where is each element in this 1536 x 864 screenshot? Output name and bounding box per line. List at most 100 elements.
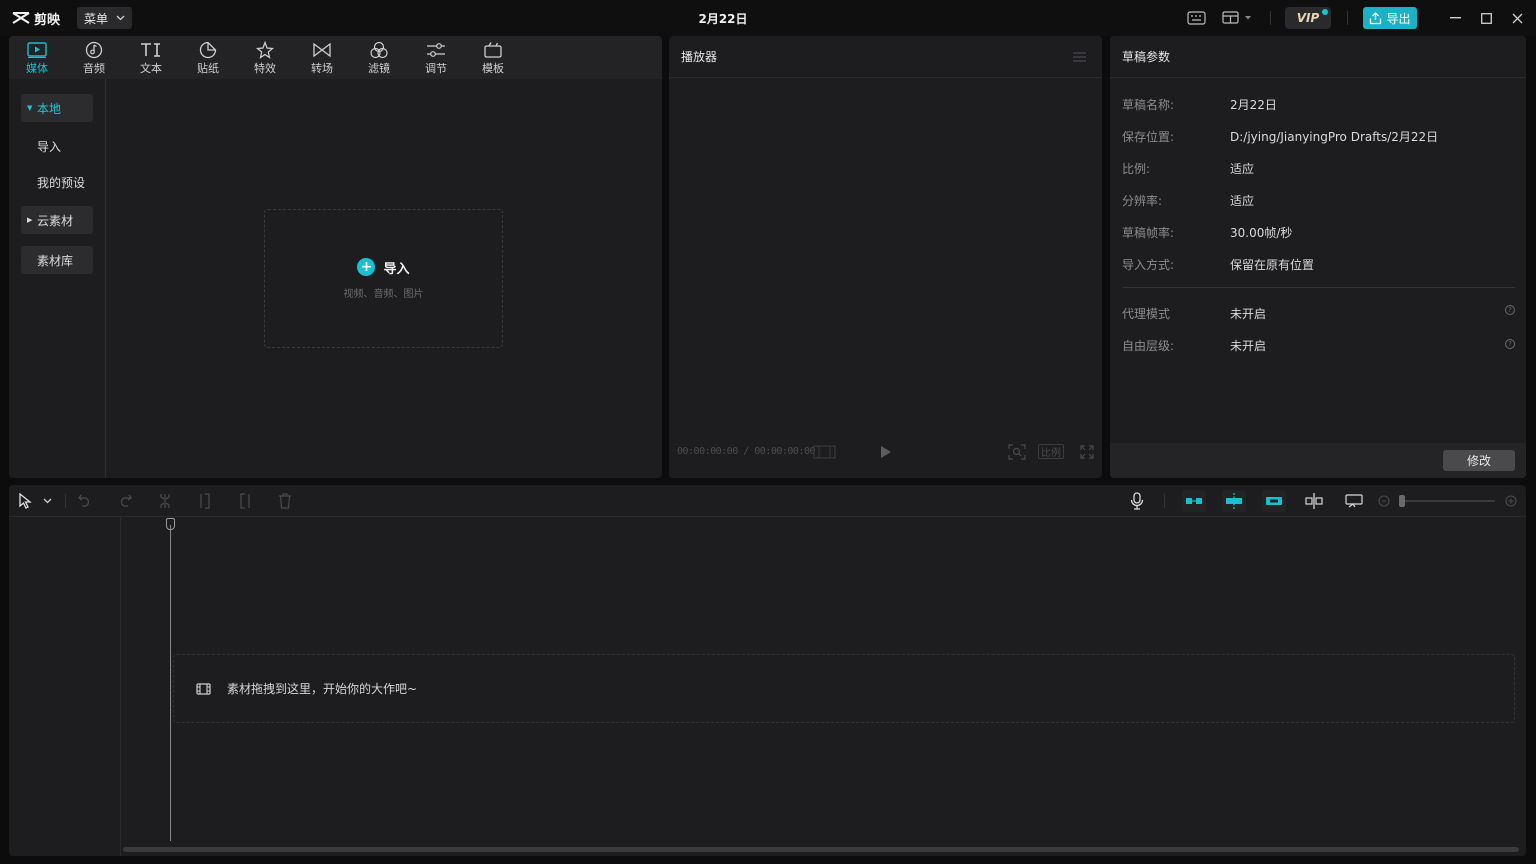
minimize-icon[interactable] bbox=[1450, 17, 1462, 19]
divider bbox=[1122, 287, 1515, 288]
zoom-slider-track[interactable] bbox=[1402, 500, 1495, 502]
tab-audio[interactable]: 音频 bbox=[74, 40, 114, 76]
tab-text[interactable]: 文本 bbox=[131, 40, 171, 76]
menu-button[interactable]: 菜单 bbox=[77, 7, 132, 29]
frame-icon[interactable] bbox=[813, 445, 836, 459]
adjust-icon bbox=[427, 43, 445, 57]
sidebar-item-local[interactable]: ▼ 本地 bbox=[21, 94, 93, 122]
microphone-icon[interactable] bbox=[1130, 492, 1144, 510]
prop-key: 导入方式: bbox=[1122, 258, 1175, 272]
play-icon[interactable] bbox=[880, 445, 892, 459]
menu-lines-icon[interactable] bbox=[1073, 52, 1086, 62]
zoom-slider-handle[interactable] bbox=[1399, 495, 1405, 507]
prop-row-import-mode: 导入方式: 保留在原有位置 bbox=[1122, 256, 1314, 272]
divider bbox=[65, 494, 66, 508]
sidebar-item-import[interactable]: 导入 bbox=[21, 132, 93, 160]
tab-label: 文本 bbox=[140, 62, 162, 75]
sidebar-item-label: 本地 bbox=[37, 101, 62, 116]
tab-template[interactable]: 模板 bbox=[473, 40, 513, 76]
prop-value: 适应 bbox=[1230, 162, 1255, 176]
help-icon[interactable]: ? bbox=[1505, 339, 1515, 349]
snap-icon bbox=[1226, 493, 1242, 509]
sidebar-item-presets[interactable]: 我的预设 bbox=[21, 168, 93, 196]
undo-icon[interactable] bbox=[78, 494, 92, 507]
tab-filter[interactable]: 滤镜 bbox=[359, 40, 399, 76]
fullscreen-icon[interactable] bbox=[1080, 445, 1094, 459]
track-header-column bbox=[9, 517, 121, 856]
export-button[interactable]: 导出 bbox=[1363, 7, 1417, 29]
media-toolbar: 媒体 音频 文本 贴纸 特效 转场 滤镜 调节 模板 bbox=[9, 36, 662, 79]
split-icon[interactable] bbox=[158, 493, 172, 509]
close-icon[interactable] bbox=[1512, 13, 1523, 24]
capcut-logo-icon bbox=[12, 12, 30, 24]
caret-right-icon: ▶ bbox=[27, 216, 33, 224]
trim-right-icon[interactable] bbox=[238, 493, 252, 509]
divider bbox=[1270, 11, 1271, 25]
prop-row-free-layer: 自由层级: 未开启 bbox=[1122, 337, 1266, 353]
tab-label: 贴纸 bbox=[197, 62, 219, 75]
cursor-icon[interactable] bbox=[18, 493, 32, 509]
magnet-icon bbox=[1186, 498, 1202, 504]
app-logo: 剪映 bbox=[12, 9, 60, 28]
effects-icon bbox=[256, 41, 274, 59]
tab-media[interactable]: 媒体 bbox=[17, 40, 57, 76]
divider bbox=[1164, 494, 1165, 508]
sidebar-item-label: 素材库 bbox=[37, 253, 74, 268]
zoom-out-icon[interactable] bbox=[1378, 495, 1390, 507]
timeline-drop-zone[interactable]: 素材拖拽到这里，开始你的大作吧~ bbox=[173, 654, 1515, 723]
layout-icon[interactable] bbox=[1222, 11, 1252, 25]
horizontal-scrollbar[interactable] bbox=[123, 847, 1519, 852]
main-track-magnet-button[interactable] bbox=[1182, 490, 1206, 512]
player-controls: 00:00:00:00 / 00:00:00:00 比例 bbox=[669, 440, 1102, 464]
prop-value: 保留在原有位置 bbox=[1230, 258, 1315, 272]
zoom-timeline-icon[interactable] bbox=[1345, 493, 1363, 509]
ratio-button[interactable]: 比例 bbox=[1038, 444, 1064, 459]
keyboard-icon[interactable] bbox=[1187, 11, 1206, 25]
ratio-label: 比例 bbox=[1041, 448, 1061, 459]
panel-title: 播放器 bbox=[681, 50, 718, 64]
title-bar: 剪映 菜单 2月22日 VIP 导出 bbox=[0, 0, 1536, 36]
timeline-panel: 素材拖拽到这里，开始你的大作吧~ bbox=[9, 485, 1526, 856]
delete-icon[interactable] bbox=[278, 493, 292, 509]
sidebar-item-label: 云素材 bbox=[37, 213, 74, 228]
help-icon[interactable]: ? bbox=[1505, 305, 1515, 315]
import-drop-area[interactable]: + 导入 视频、音频、图片 bbox=[264, 209, 503, 348]
project-title: 2月22日 bbox=[698, 12, 748, 26]
prop-key: 自由层级: bbox=[1122, 339, 1175, 353]
trim-left-icon[interactable] bbox=[198, 493, 212, 509]
panel-title: 草稿参数 bbox=[1122, 50, 1171, 64]
sidebar-item-label: 导入 bbox=[37, 139, 62, 154]
audio-icon bbox=[85, 41, 103, 59]
tab-sticker[interactable]: 贴纸 bbox=[188, 40, 228, 76]
prop-row-location: 保存位置: D:/jying/JianyingPro Drafts/2月22日 bbox=[1122, 128, 1438, 144]
playhead[interactable] bbox=[170, 525, 171, 841]
notification-dot bbox=[1322, 9, 1328, 15]
import-button[interactable]: + 导入 bbox=[357, 258, 410, 277]
redo-icon[interactable] bbox=[118, 494, 132, 507]
linkage-button[interactable] bbox=[1262, 490, 1286, 512]
tab-label: 特效 bbox=[254, 62, 276, 75]
media-panel: 媒体 音频 文本 贴纸 特效 转场 滤镜 调节 模板 ▼ 本地 导入 我的预设 … bbox=[9, 36, 662, 478]
caret-down-icon: ▼ bbox=[27, 104, 33, 112]
prop-key: 代理模式 bbox=[1122, 307, 1171, 321]
menu-label: 菜单 bbox=[84, 11, 109, 26]
divider bbox=[1347, 11, 1348, 25]
tab-label: 媒体 bbox=[26, 62, 48, 75]
auto-snap-button[interactable] bbox=[1222, 490, 1246, 512]
tab-adjust[interactable]: 调节 bbox=[416, 40, 456, 76]
prop-value: 2月22日 bbox=[1230, 98, 1277, 112]
tab-effects[interactable]: 特效 bbox=[245, 40, 285, 76]
modify-label: 修改 bbox=[1466, 454, 1491, 468]
sidebar-item-library[interactable]: 素材库 bbox=[21, 246, 93, 274]
zoom-in-icon[interactable] bbox=[1505, 495, 1517, 507]
maximize-icon[interactable] bbox=[1481, 13, 1492, 24]
sidebar-item-cloud[interactable]: ▶ 云素材 bbox=[21, 206, 93, 234]
prop-key: 草稿帧率: bbox=[1122, 226, 1175, 240]
tab-transition[interactable]: 转场 bbox=[302, 40, 342, 76]
prop-value: 未开启 bbox=[1230, 339, 1267, 353]
preview-axis-icon[interactable] bbox=[1305, 493, 1323, 509]
modify-button[interactable]: 修改 bbox=[1443, 450, 1515, 471]
zoom-fit-icon[interactable] bbox=[1008, 444, 1026, 460]
chevron-down-icon[interactable] bbox=[43, 498, 52, 504]
vip-button[interactable]: VIP bbox=[1285, 7, 1331, 29]
